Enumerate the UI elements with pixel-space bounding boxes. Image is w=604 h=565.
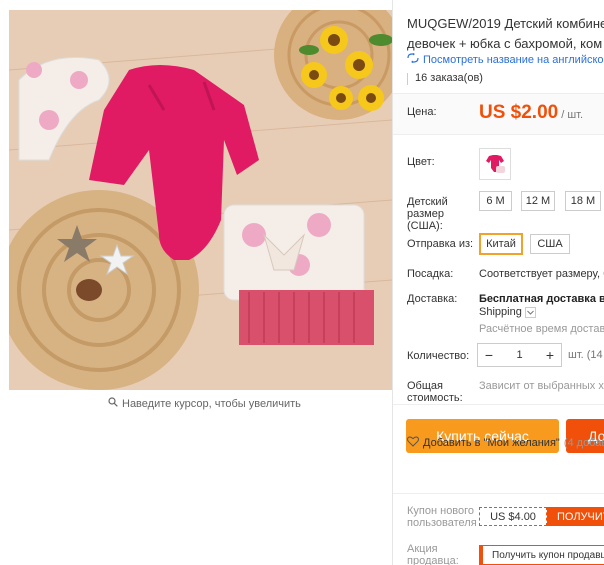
shipping-method-text: Shipping: [479, 306, 522, 318]
quantity-plus-button[interactable]: +: [539, 344, 561, 366]
get-seller-coupon-button[interactable]: Получить купон продавц: [479, 545, 604, 565]
price-unit: / шт.: [561, 109, 584, 121]
get-coupon-button[interactable]: ПОЛУЧИТЕ: [547, 507, 604, 526]
translate-icon: [407, 53, 419, 66]
size-label-line-1: Детский: [407, 196, 448, 208]
delivery-estimate: Расчётное время доставки: [479, 323, 604, 335]
product-title-line-1: MUQGEW/2019 Детский комбине: [407, 16, 604, 31]
color-label: Цвет:: [407, 156, 435, 168]
ship-from-option-china[interactable]: Китай: [479, 233, 523, 255]
orders-count: 16 заказа(ов): [407, 72, 483, 85]
quantity-unit: шт. (14: [568, 349, 603, 361]
size-label-line-2: размер: [407, 208, 444, 220]
chevron-down-icon: [524, 306, 536, 318]
total-label-line-1: Общая: [407, 380, 443, 392]
color-swatch-pink[interactable]: [479, 148, 511, 180]
zoom-hint-text: Наведите курсор, чтобы увеличить: [122, 397, 301, 410]
delivery-value: Бесплатная доставка в R: [479, 293, 604, 305]
product-main-image[interactable]: [9, 10, 392, 390]
total-label: Общая стоимость:: [407, 380, 463, 404]
size-option-6m[interactable]: 6 M: [479, 191, 512, 211]
total-label-line-2: стоимость:: [407, 392, 463, 404]
quantity-stepper: − 1 +: [477, 343, 562, 367]
total-value: Зависит от выбранных хар: [479, 380, 604, 392]
size-label: Детский размер (США):: [407, 196, 448, 232]
new-user-coupon-label-line-1: Купон нового: [407, 505, 475, 517]
seller-promo-label-line-2: продавца:: [407, 555, 459, 565]
new-user-coupon-label-line-2: пользователя: [407, 517, 477, 529]
shipping-method-selector[interactable]: Shipping: [479, 306, 536, 318]
fit-value: Соответствует размеру, бе: [479, 268, 604, 280]
zoom-hint: Наведите курсор, чтобы увеличить: [108, 397, 301, 410]
new-user-coupon-label: Купон нового пользователя: [407, 505, 477, 529]
price-amount: US $2.00: [479, 102, 559, 123]
product-gallery: Наведите курсор, чтобы увеличить: [0, 0, 393, 565]
translate-link-text: Посмотреть название на английско: [423, 53, 604, 66]
size-label-line-3: (США):: [407, 220, 443, 232]
product-title: MUQGEW/2019 Детский комбине девочек + юб…: [407, 14, 604, 54]
quantity-minus-button[interactable]: −: [478, 344, 500, 366]
magnifier-icon: [108, 397, 118, 410]
quantity-input[interactable]: 1: [500, 349, 539, 361]
wishlist-link[interactable]: Добавить в "Мои желания" (4 добавл: [407, 436, 604, 450]
actions-divider: [393, 404, 604, 405]
new-user-coupon-amount: US $4.00: [479, 507, 547, 526]
bodysuit-thumbnail-icon: [486, 155, 505, 173]
product-photo-illustration: [9, 10, 392, 390]
fit-label: Посадка:: [407, 268, 454, 280]
quantity-label: Количество:: [407, 350, 470, 362]
product-info-panel: MUQGEW/2019 Детский комбине девочек + юб…: [393, 0, 604, 565]
seller-promo-label-line-1: Акция: [407, 543, 438, 555]
size-option-12m[interactable]: 12 M: [521, 191, 555, 211]
ship-from-label: Отправка из:: [407, 238, 474, 250]
delivery-label: Доставка:: [407, 293, 458, 305]
price-block: Цена: US $2.00/ шт.: [393, 93, 604, 135]
price-label: Цена:: [407, 106, 437, 118]
coupons-divider: [393, 493, 604, 494]
translate-link[interactable]: Посмотреть название на английско: [407, 53, 604, 66]
price-value: US $2.00/ шт.: [479, 102, 583, 124]
size-option-18m[interactable]: 18 M: [565, 191, 601, 211]
seller-promo-label: Акция продавца:: [407, 543, 459, 565]
ship-from-option-usa[interactable]: США: [530, 234, 570, 254]
wishlist-count: (4 добавл: [563, 437, 604, 449]
product-title-line-2: девочек + юбка с бахромой, ком: [407, 36, 603, 51]
wishlist-text: Добавить в "Мои желания": [423, 437, 560, 449]
heart-icon: [407, 436, 419, 450]
